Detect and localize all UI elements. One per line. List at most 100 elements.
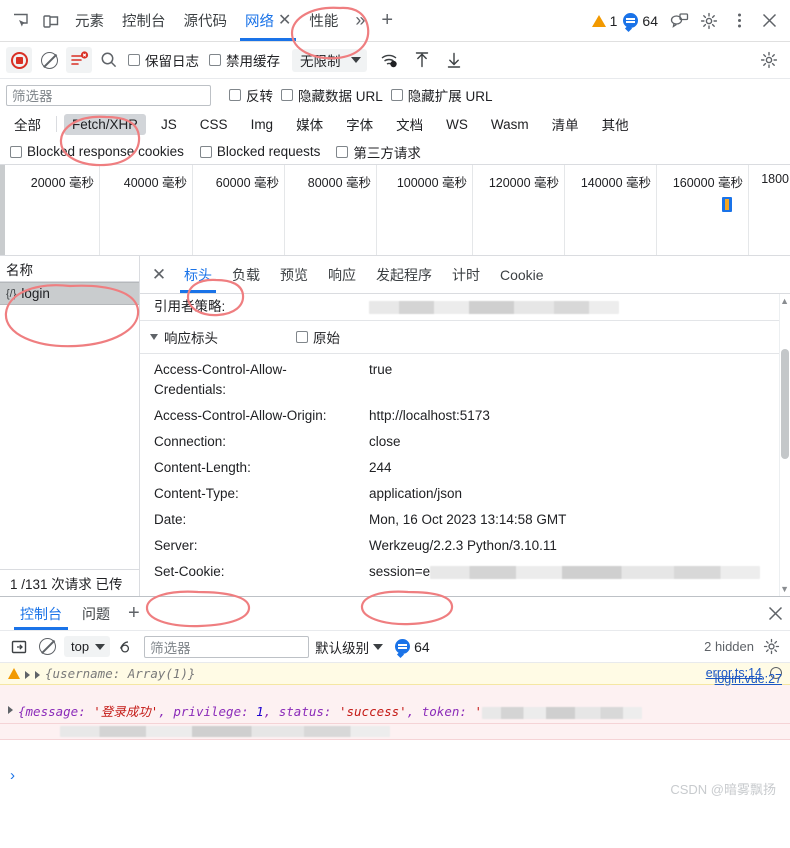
expand-arrow-icon[interactable] [25,671,30,679]
console-message-count[interactable]: 64 [395,639,430,655]
tab-performance[interactable]: 性能 [300,0,347,41]
record-ring [10,51,28,69]
settings-gear-icon[interactable] [694,7,724,35]
console-message-error[interactable]: {message: '登录成功', privilege: 1, status: … [0,672,790,724]
console-sidebar-icon[interactable] [8,633,30,661]
execution-context-selector[interactable]: top [64,636,111,657]
more-vertical-icon[interactable] [724,7,754,35]
filter-clear-icon[interactable] [66,47,92,73]
chevron-down-icon [95,643,106,650]
header-name: Access-Control-Allow-Origin: [154,408,327,423]
preserve-log-checkbox[interactable]: 保留日志 [128,50,199,70]
chip-css[interactable]: CSS [192,114,236,135]
console-message-text: {username: Array(1)} [45,666,196,681]
timeline-tick: 80000 毫秒 [285,165,377,255]
disable-cache-checkbox[interactable]: 禁用缓存 [209,50,280,70]
detail-tab-initiator[interactable]: 发起程序 [366,256,442,293]
tab-network[interactable]: 网络 ✕ [236,0,300,41]
console-settings-gear-icon[interactable] [760,633,782,661]
inspect-element-icon[interactable] [6,7,36,35]
drawer-close-icon[interactable] [760,600,790,628]
chip-media[interactable]: 媒体 [288,114,331,135]
scroll-down-icon[interactable]: ▼ [780,584,789,594]
chip-fetch-xhr[interactable]: Fetch/XHR [64,113,147,135]
chip-ws[interactable]: WS [438,114,476,135]
close-devtools-icon[interactable] [754,7,784,35]
header-name: Server: [154,538,198,553]
detail-tab-payload[interactable]: 负载 [222,256,270,293]
detail-tab-response[interactable]: 响应 [318,256,366,293]
timeline-request-bar[interactable] [722,197,732,212]
chip-wasm[interactable]: Wasm [483,114,537,135]
feedback-icon[interactable] [664,7,694,35]
console-message-count-label: 64 [414,638,430,655]
resource-type-chips: 全部 Fetch/XHR JS CSS Img 媒体 字体 文档 WS Wasm… [0,109,790,139]
expand-arrow-icon-2[interactable] [35,671,40,679]
log-level-dropdown[interactable]: 默认级别 [315,637,384,657]
console-prompt[interactable]: › [10,767,15,784]
request-list-item-login[interactable]: {/} login [0,282,139,305]
live-expression-icon[interactable] [116,633,138,661]
network-timeline-overview[interactable]: 20000 毫秒 40000 毫秒 60000 毫秒 80000 毫秒 1000… [0,164,790,256]
add-tab-button[interactable]: + [373,9,401,32]
network-conditions-icon[interactable] [375,46,405,74]
filter-input[interactable]: 筛选器 [6,84,211,106]
hide-data-urls-checkbox[interactable]: 隐藏数据 URL [281,85,383,105]
hide-ext-urls-label: 隐藏扩展 URL [407,89,493,104]
detail-tab-preview[interactable]: 预览 [270,256,318,293]
chip-doc[interactable]: 文档 [388,114,431,135]
device-toolbar-icon[interactable] [36,7,66,35]
redacted-value [369,300,619,314]
header-row: Access-Control-Allow- Credentials: true [140,354,790,403]
more-tabs-icon[interactable]: » [347,10,373,31]
chip-img[interactable]: Img [243,114,282,135]
clear-circle [40,51,58,69]
details-scroll-thumb[interactable] [781,349,789,459]
drawer-tab-issues[interactable]: 问题 [72,597,120,630]
clear-console-icon[interactable] [36,633,58,661]
headers-content[interactable]: 引用者策略: 响应标头 原始 Access-Control-Allow- Cred… [140,294,790,596]
blocked-requests-checkbox[interactable]: Blocked requests [199,144,320,159]
header-value: close [369,434,401,449]
third-party-checkbox[interactable]: 第三方请求 [336,142,421,162]
network-settings-gear-icon[interactable] [754,46,784,74]
import-har-icon[interactable] [407,46,437,74]
detail-tab-headers[interactable]: 标头 [174,256,222,293]
blocked-response-cookies-checkbox[interactable]: Blocked response cookies [10,144,184,159]
expand-arrow-icon[interactable] [8,706,13,714]
tab-elements[interactable]: 元素 [66,0,113,41]
details-close-icon[interactable]: ✕ [144,260,174,290]
drawer-tab-console[interactable]: 控制台 [10,597,72,630]
hide-ext-urls-checkbox[interactable]: 隐藏扩展 URL [390,85,493,105]
drawer-add-tab-button[interactable]: + [120,602,148,625]
clear-network-icon[interactable] [34,46,64,74]
raw-checkbox[interactable]: 原始 [296,327,340,347]
throttle-dropdown[interactable]: 无限制 [292,48,367,72]
header-row: Server: Werkzeug/2.2.3 Python/3.10.11 [140,533,790,559]
record-stop-icon[interactable] [6,47,32,73]
invert-checkbox[interactable]: 反转 [229,85,273,105]
tab-sources[interactable]: 源代码 [175,0,237,41]
scroll-up-icon[interactable]: ▲ [780,296,789,306]
header-value: Werkzeug/2.2.3 Python/3.10.11 [369,538,557,553]
message-count-badge[interactable]: 64 [623,13,658,29]
chip-manifest[interactable]: 清单 [544,114,587,135]
console-message-warning[interactable]: {username: Array(1)} error.ts:14 [0,663,790,685]
status-string: 'success' [338,704,407,719]
chip-all[interactable]: 全部 [6,114,49,135]
tab-console[interactable]: 控制台 [113,0,175,41]
chip-js[interactable]: JS [153,114,185,135]
response-headers-section[interactable]: 响应标头 原始 [140,320,790,354]
console-filter-input[interactable]: 筛选器 [144,635,310,658]
tab-network-close-icon[interactable]: ✕ [278,12,291,29]
chip-font[interactable]: 字体 [338,114,381,135]
detail-tab-cookie[interactable]: Cookie [490,256,554,293]
export-har-icon[interactable] [439,46,469,74]
console-source-link[interactable]: login.vue:27 [715,672,782,686]
search-icon[interactable] [94,46,124,74]
detail-tab-timing[interactable]: 计时 [442,256,490,293]
console-message-error-wrap [0,724,790,740]
chip-other[interactable]: 其他 [594,114,637,135]
details-scrollbar[interactable]: ▲ ▼ [779,294,790,596]
warning-count-badge[interactable]: 1 [591,13,617,29]
